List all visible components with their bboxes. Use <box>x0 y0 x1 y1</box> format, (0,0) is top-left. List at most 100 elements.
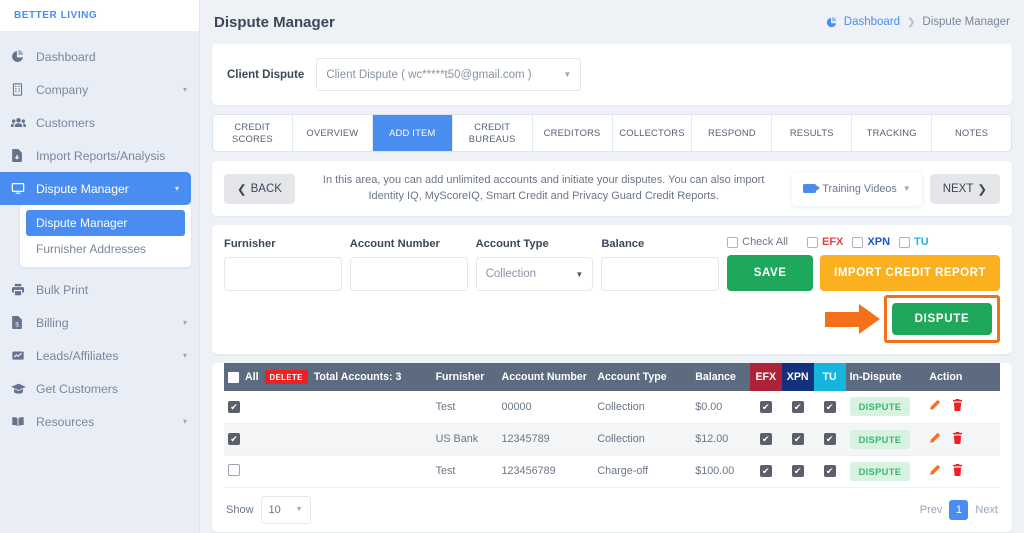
tab-respond[interactable]: RESPOND <box>692 115 773 151</box>
tab-creditors[interactable]: CREDITORS <box>533 115 613 151</box>
sidebar-item-import-reports[interactable]: Import Reports/Analysis <box>0 139 199 172</box>
submenu-item-label: Furnisher Addresses <box>36 242 147 256</box>
tu-row-checkbox[interactable]: ✔ <box>823 433 836 446</box>
table-footer: Show 10 ▼ Prev 1 Next <box>224 488 1000 532</box>
tab-credit-bureaus[interactable]: CREDIT BUREAUS <box>453 115 533 151</box>
xpn-row-checkbox[interactable]: ✔ <box>791 401 804 413</box>
column-efx: EFX <box>749 363 782 391</box>
tab-tracking[interactable]: TRACKING <box>852 115 933 151</box>
back-button[interactable]: ❮ BACK <box>224 173 295 204</box>
sidebar-item-label: Leads/Affiliates <box>36 348 119 363</box>
sidebar-item-resources[interactable]: Resources ▾ <box>0 405 199 438</box>
checkbox-box <box>727 236 739 248</box>
xpn-checkbox[interactable]: XPN <box>852 236 890 248</box>
xpn-row-checkbox[interactable]: ✔ <box>791 465 804 478</box>
page-size-select[interactable]: 10 ▼ <box>260 495 311 524</box>
xpn-row-checkbox[interactable]: ✔ <box>791 433 804 446</box>
checkbox-box <box>806 236 818 248</box>
import-credit-report-button[interactable]: IMPORT CREDIT REPORT <box>820 255 1000 291</box>
row-checkbox[interactable]: ✔ <box>228 401 240 413</box>
page-number-1[interactable]: 1 <box>949 499 969 520</box>
client-dispute-select[interactable]: Client Dispute ( wc*****t50@gmail.com ) … <box>316 58 582 91</box>
furnisher-label: Furnisher <box>224 238 276 250</box>
sidebar-item-dispute-manager[interactable]: Dispute Manager ▾ <box>0 172 191 205</box>
pagination: Prev 1 Next <box>920 499 998 520</box>
tu-row-checkbox[interactable]: ✔ <box>823 465 836 478</box>
account-number-label: Account Number <box>349 238 440 250</box>
check-all-label: Check All <box>742 236 788 248</box>
tab-overview[interactable]: OVERVIEW <box>293 115 373 151</box>
sidebar-item-billing[interactable]: $ Billing ▾ <box>0 306 199 339</box>
page-header: Dispute Manager Dashboard ❯ Dispute Mana… <box>212 0 1012 44</box>
delete-icon[interactable] <box>952 399 963 414</box>
tu-row-checkbox[interactable]: ✔ <box>823 401 836 413</box>
row-checkbox[interactable] <box>228 463 240 476</box>
efx-row-checkbox[interactable]: ✔ <box>759 433 772 446</box>
next-button[interactable]: NEXT ❯ <box>929 173 1000 204</box>
tab-add-item[interactable]: ADD ITEM <box>372 115 453 151</box>
edit-icon[interactable] <box>929 399 941 414</box>
instructions-card: ❮ BACK In this area, you can add unlimit… <box>212 161 1012 216</box>
sidebar-item-dashboard[interactable]: Dashboard <box>0 40 199 73</box>
efx-checkbox[interactable]: EFX <box>806 236 843 248</box>
tab-credit-scores[interactable]: CREDIT SCORES <box>213 115 293 151</box>
show-label: Show <box>226 503 254 516</box>
book-icon <box>11 415 30 428</box>
tab-collectors[interactable]: COLLECTORS <box>613 115 693 151</box>
save-button[interactable]: SAVE <box>727 255 814 291</box>
check-all-checkbox[interactable]: Check All <box>727 236 788 248</box>
sidebar-item-bulk-print[interactable]: Bulk Print <box>0 273 199 306</box>
monitor-icon <box>11 182 30 195</box>
total-accounts-label: Total Accounts: 3 <box>313 371 402 383</box>
sidebar-item-label: Import Reports/Analysis <box>36 148 166 163</box>
balance-input[interactable] <box>601 257 720 291</box>
tab-results[interactable]: RESULTS <box>772 115 853 151</box>
sidebar-item-get-customers[interactable]: Get Customers <box>0 372 199 405</box>
account-type-field-group: Account Type Collection ▼ <box>475 238 594 291</box>
svg-text:$: $ <box>15 322 19 329</box>
submenu-item-dispute-manager[interactable]: Dispute Manager <box>26 210 185 236</box>
sidebar-item-customers[interactable]: Customers <box>0 106 199 139</box>
brand-logo[interactable]: BETTER LIVING <box>0 0 199 31</box>
edit-icon[interactable] <box>929 432 941 447</box>
cell-xpn: ✔ <box>782 391 814 423</box>
furnisher-input[interactable] <box>224 257 342 291</box>
users-icon <box>11 116 30 129</box>
sidebar-item-label: Dashboard <box>36 49 96 64</box>
cell-furnisher: US Bank <box>435 433 479 445</box>
balance-label: Balance <box>601 238 645 250</box>
tu-checkbox[interactable]: TU <box>899 236 929 248</box>
training-videos-dropdown[interactable]: Training Videos ▼ <box>792 171 922 206</box>
tab-bar: CREDIT SCORES OVERVIEW ADD ITEM CREDIT B… <box>212 114 1012 152</box>
sidebar-item-company[interactable]: Company ▾ <box>0 73 199 106</box>
sidebar-item-leads-affiliates[interactable]: Leads/Affiliates ▾ <box>0 339 199 372</box>
submenu-item-label: Dispute Manager <box>36 216 128 230</box>
account-number-field-group: Account Number <box>349 238 468 291</box>
breadcrumb-dashboard-link[interactable]: Dashboard <box>844 16 900 28</box>
next-page-button[interactable]: Next <box>975 504 998 516</box>
account-number-input[interactable] <box>349 257 468 291</box>
edit-icon[interactable] <box>929 464 941 479</box>
submenu-item-furnisher-addresses[interactable]: Furnisher Addresses <box>26 236 185 262</box>
efx-row-checkbox[interactable]: ✔ <box>759 465 772 478</box>
prev-page-button[interactable]: Prev <box>920 504 943 516</box>
row-checkbox[interactable]: ✔ <box>228 433 240 446</box>
cell-action <box>925 455 1000 487</box>
dispute-action-zone: DISPUTE <box>224 295 1000 343</box>
efx-row-checkbox[interactable]: ✔ <box>759 401 772 413</box>
delete-icon[interactable] <box>952 463 963 479</box>
bulk-delete-button[interactable]: DELETE <box>264 370 308 384</box>
account-type-select[interactable]: Collection ▼ <box>475 257 594 291</box>
dashboard-pie-icon <box>826 16 837 28</box>
column-xpn: XPN <box>781 363 814 391</box>
select-all-checkbox[interactable] <box>228 371 239 383</box>
in-dispute-badge: DISPUTE <box>849 397 911 417</box>
checkbox-box <box>899 236 911 248</box>
tab-notes[interactable]: NOTES <box>932 115 1011 151</box>
chevron-down-icon: ▾ <box>182 84 187 94</box>
back-button-label: BACK <box>250 182 282 195</box>
client-dispute-card: Client Dispute Client Dispute ( wc*****t… <box>212 44 1012 105</box>
delete-icon[interactable] <box>952 431 963 447</box>
dispute-button[interactable]: DISPUTE <box>892 303 992 335</box>
cell-tu: ✔ <box>814 391 846 423</box>
